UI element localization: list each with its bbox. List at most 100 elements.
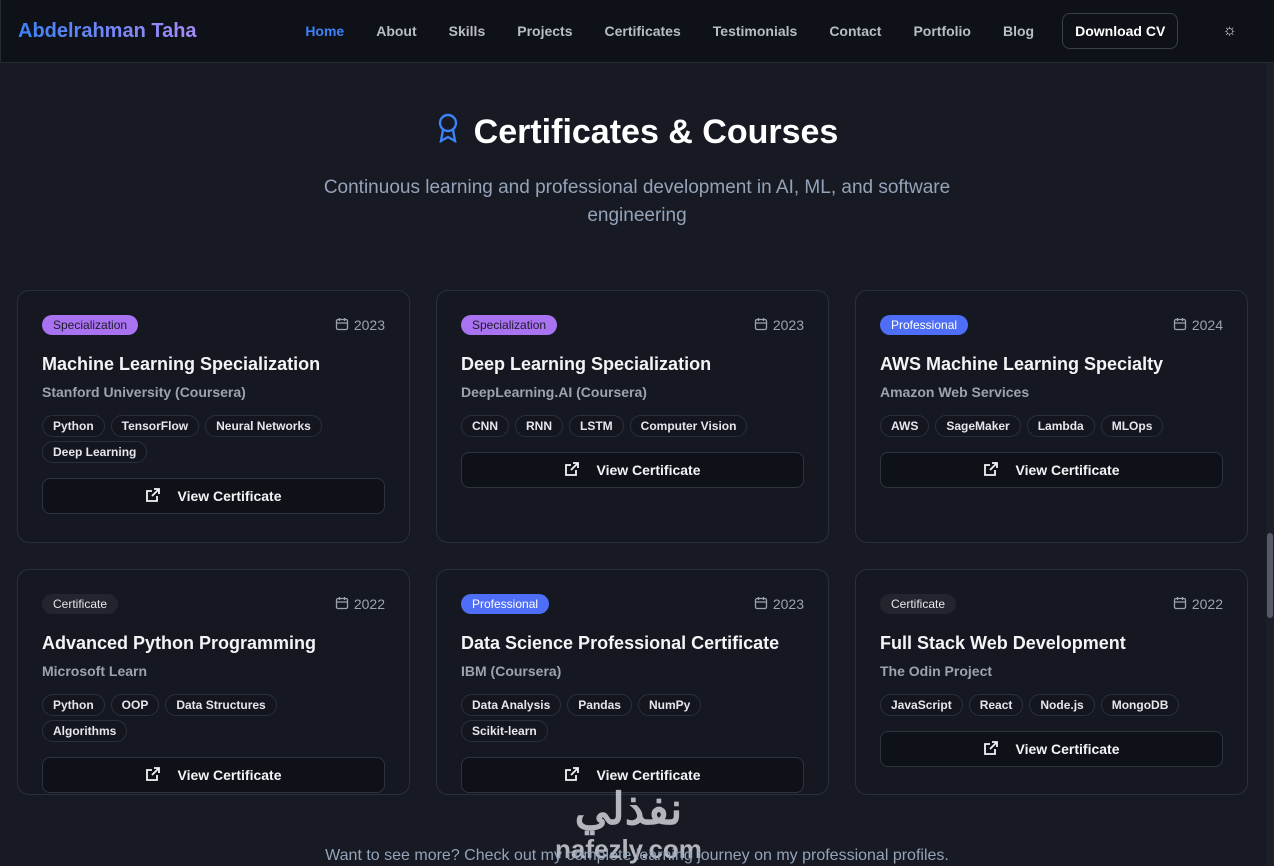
button-label: View Certificate bbox=[177, 488, 282, 504]
page-subtitle: Continuous learning and professional dev… bbox=[323, 177, 951, 226]
category-badge: Certificate bbox=[42, 594, 119, 614]
certificate-issuer: DeepLearning.AI (Coursera) bbox=[461, 384, 647, 400]
nav-link-projects[interactable]: Projects bbox=[517, 23, 572, 39]
certificate-card: Specialization 2023 Deep Learning Special… bbox=[436, 290, 829, 543]
view-certificate-button[interactable]: View Certificate bbox=[42, 757, 385, 793]
skill-tag: Scikit-learn bbox=[461, 720, 548, 742]
nav-link-about[interactable]: About bbox=[376, 23, 416, 39]
skill-tags: AWS SageMaker Lambda MLOps bbox=[880, 415, 1180, 437]
skill-tags: Data Analysis Pandas NumPy Scikit-learn bbox=[461, 694, 761, 742]
certificate-title: Machine Learning Specialization bbox=[42, 354, 321, 374]
certificate-issuer: The Odin Project bbox=[880, 663, 993, 679]
certificate-issuer: IBM (Coursera) bbox=[461, 663, 562, 679]
skill-tag: Algorithms bbox=[42, 720, 128, 742]
external-link-icon bbox=[564, 461, 580, 480]
skill-tag: RNN bbox=[515, 415, 563, 437]
nav-link-certificates[interactable]: Certificates bbox=[605, 23, 681, 39]
skill-tag: CNN bbox=[461, 415, 509, 437]
certificate-issuer: Stanford University (Coursera) bbox=[42, 384, 246, 400]
nav-link-portfolio[interactable]: Portfolio bbox=[913, 23, 971, 39]
footer-text: Want to see more? Check out my complete … bbox=[325, 847, 949, 864]
skill-tag: Lambda bbox=[1026, 415, 1095, 437]
skill-tag: LSTM bbox=[569, 415, 624, 437]
nav-link-contact[interactable]: Contact bbox=[829, 23, 881, 39]
certificate-card: Certificate 2022 Full Stack Web Developme… bbox=[855, 569, 1248, 795]
certificate-card: Certificate 2022 Advanced Python Programm… bbox=[17, 569, 410, 795]
skill-tags: Python TensorFlow Neural Networks Deep Lear… bbox=[42, 415, 342, 463]
skill-tag: React bbox=[968, 694, 1024, 716]
section-header: Certificates & Courses Continuous learni… bbox=[0, 113, 1274, 230]
certificate-card: Professional 2024 AWS Machine Learning Sp… bbox=[855, 290, 1248, 543]
button-label: View Certificate bbox=[177, 767, 282, 783]
certificate-title: Advanced Python Programming bbox=[42, 633, 317, 653]
category-badge: Certificate bbox=[880, 594, 957, 614]
skill-tag: Python bbox=[42, 694, 105, 716]
certificate-card: Professional 2023 Data Science Profession… bbox=[436, 569, 829, 795]
external-link-icon bbox=[145, 766, 161, 785]
certificate-card: Specialization 2023 Machine Learning Spec… bbox=[17, 290, 410, 543]
certificate-year: 2023 bbox=[353, 317, 385, 333]
certificate-year: 2022 bbox=[353, 596, 385, 612]
nav-link-testimonials[interactable]: Testimonials bbox=[713, 23, 798, 39]
brand-logo[interactable]: Abdelrahman Taha bbox=[18, 20, 197, 43]
button-label: View Certificate bbox=[1015, 741, 1120, 757]
category-badge: Professional bbox=[880, 315, 969, 335]
view-certificate-button[interactable]: View Certificate bbox=[42, 478, 385, 514]
external-link-icon bbox=[145, 487, 161, 506]
certificate-title: Full Stack Web Development bbox=[880, 633, 1126, 653]
navbar: Abdelrahman Taha Home About Skills Projects… bbox=[0, 0, 1274, 63]
external-link-icon bbox=[983, 461, 999, 480]
certificate-title: Data Science Professional Certificate bbox=[461, 633, 780, 653]
certificate-year: 2022 bbox=[1191, 596, 1223, 612]
download-cv-button[interactable]: Download CV bbox=[1062, 13, 1179, 49]
certificate-issuer: Microsoft Learn bbox=[42, 663, 148, 679]
view-certificate-button[interactable]: View Certificate bbox=[880, 731, 1223, 767]
category-badge: Professional bbox=[461, 594, 550, 614]
skill-tag: Deep Learning bbox=[42, 441, 148, 463]
view-certificate-button[interactable]: View Certificate bbox=[461, 452, 804, 488]
skill-tag: AWS bbox=[880, 415, 930, 437]
page-title: Certificates & Courses bbox=[473, 113, 839, 151]
view-certificate-button[interactable]: View Certificate bbox=[880, 452, 1223, 488]
button-label: View Certificate bbox=[596, 767, 701, 783]
skill-tag: TensorFlow bbox=[110, 415, 200, 437]
calendar-icon bbox=[754, 596, 768, 613]
calendar-icon bbox=[1173, 317, 1187, 334]
certificate-year: 2023 bbox=[772, 596, 804, 612]
category-badge: Specialization bbox=[42, 315, 139, 335]
certificate-issuer: Amazon Web Services bbox=[880, 384, 1030, 400]
button-label: View Certificate bbox=[1015, 462, 1120, 478]
calendar-icon bbox=[335, 317, 349, 334]
certificate-year: 2024 bbox=[1191, 317, 1223, 333]
skill-tag: Pandas bbox=[567, 694, 632, 716]
skill-tag: Node.js bbox=[1029, 694, 1095, 716]
external-link-icon bbox=[983, 740, 999, 759]
calendar-icon bbox=[754, 317, 768, 334]
skill-tag: OOP bbox=[110, 694, 160, 716]
skill-tag: Neural Networks bbox=[205, 415, 322, 437]
scrollbar-thumb[interactable] bbox=[1267, 533, 1273, 618]
sun-icon[interactable]: ☼ bbox=[1222, 22, 1237, 40]
skill-tag: MLOps bbox=[1100, 415, 1164, 437]
skill-tag: NumPy bbox=[637, 694, 702, 716]
certificate-year: 2023 bbox=[772, 317, 804, 333]
certificates-grid: Specialization 2023 Machine Learning Spec… bbox=[17, 290, 1248, 795]
award-icon bbox=[436, 113, 460, 152]
nav-link-blog[interactable]: Blog bbox=[1003, 23, 1034, 39]
nav-link-skills[interactable]: Skills bbox=[449, 23, 486, 39]
skill-tags: Python OOP Data Structures Algorithms bbox=[42, 694, 342, 742]
calendar-icon bbox=[335, 596, 349, 613]
nav-links: Home About Skills Projects Certificates Testi… bbox=[305, 23, 1066, 39]
skill-tags: CNN RNN LSTM Computer Vision bbox=[461, 415, 761, 437]
button-label: View Certificate bbox=[596, 462, 701, 478]
category-badge: Specialization bbox=[461, 315, 558, 335]
nav-link-home[interactable]: Home bbox=[305, 23, 344, 39]
skill-tag: JavaScript bbox=[880, 694, 963, 716]
scrollbar[interactable] bbox=[1266, 63, 1274, 866]
certificate-title: Deep Learning Specialization bbox=[461, 354, 712, 374]
certificate-title: AWS Machine Learning Specialty bbox=[880, 354, 1164, 374]
skill-tags: JavaScript React Node.js MongoDB bbox=[880, 694, 1180, 716]
external-link-icon bbox=[564, 766, 580, 785]
skill-tag: Python bbox=[42, 415, 105, 437]
skill-tag: Data Structures bbox=[165, 694, 277, 716]
